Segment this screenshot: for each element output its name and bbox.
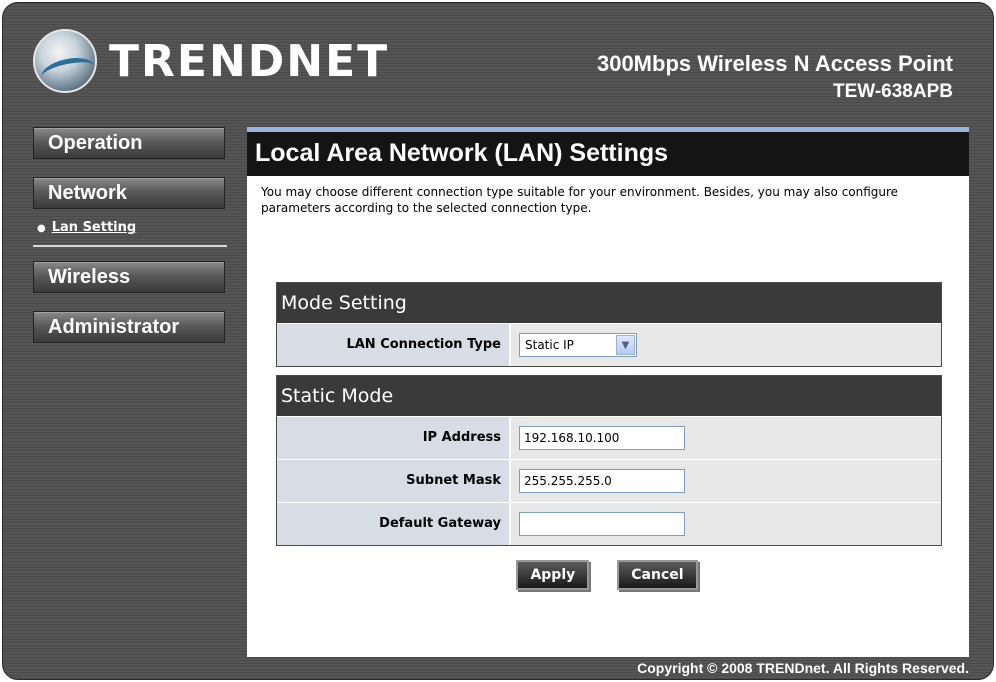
nav-lan-setting-link[interactable]: Lan Setting xyxy=(52,211,136,245)
page-title: Local Area Network (LAN) Settings xyxy=(247,132,969,176)
ip-address-label: IP Address xyxy=(277,417,511,459)
chevron-down-icon[interactable]: ▼ xyxy=(616,335,635,355)
lan-connection-type-value: Static IP xyxy=(525,338,574,352)
app-frame: TRENDNET 300Mbps Wireless N Access Point… xyxy=(2,2,994,680)
mode-setting-heading: Mode Setting xyxy=(277,283,941,323)
main-content: Local Area Network (LAN) Settings You ma… xyxy=(247,127,969,657)
cancel-button[interactable]: Cancel xyxy=(617,560,698,590)
nav-wireless-button[interactable]: Wireless xyxy=(33,261,225,293)
page-intro: You may choose different connection type… xyxy=(261,185,899,215)
bullet-icon: ● xyxy=(37,223,46,234)
product-title: 300Mbps Wireless N Access Point xyxy=(596,51,953,76)
mode-setting-section: Mode Setting LAN Connection Type Static … xyxy=(276,282,942,367)
default-gateway-row: Default Gateway xyxy=(277,502,941,545)
brand-logo: TRENDNET xyxy=(33,29,389,93)
network-submenu: ● Lan Setting xyxy=(33,211,227,247)
default-gateway-input[interactable] xyxy=(519,512,685,536)
ip-address-field: 192.168.10.100 xyxy=(511,417,941,459)
nav-operation-button[interactable]: Operation xyxy=(33,127,225,159)
ip-address-row: IP Address 192.168.10.100 xyxy=(277,416,941,459)
apply-button[interactable]: Apply xyxy=(516,560,590,590)
nav-network-button[interactable]: Network xyxy=(33,177,225,209)
default-gateway-field xyxy=(511,503,941,545)
sidebar: Operation Network ● Lan Setting Wireless … xyxy=(33,127,227,361)
copyright-footer: Copyright © 2008 TRENDnet. All Rights Re… xyxy=(637,660,969,676)
static-mode-heading: Static Mode xyxy=(277,376,941,416)
subnet-mask-field: 255.255.255.0 xyxy=(511,460,941,502)
default-gateway-label: Default Gateway xyxy=(277,503,511,545)
brand-name: TRENDNET xyxy=(109,35,390,87)
lan-connection-type-row: LAN Connection Type Static IP ▼ xyxy=(277,323,941,366)
static-mode-section: Static Mode IP Address 192.168.10.100 Su… xyxy=(276,375,942,546)
lan-connection-type-select[interactable]: Static IP ▼ xyxy=(519,333,637,357)
product-model: TEW-638APB xyxy=(833,81,953,102)
header: TRENDNET 300Mbps Wireless N Access Point… xyxy=(3,3,993,115)
form-actions: Apply Cancel xyxy=(247,560,969,590)
globe-icon xyxy=(33,29,97,93)
lan-connection-type-field: Static IP ▼ xyxy=(511,324,941,366)
subnet-mask-row: Subnet Mask 255.255.255.0 xyxy=(277,459,941,502)
nav-administrator-button[interactable]: Administrator xyxy=(33,311,225,343)
lan-connection-type-label: LAN Connection Type xyxy=(277,324,511,366)
subnet-mask-label: Subnet Mask xyxy=(277,460,511,502)
subnet-mask-input[interactable]: 255.255.255.0 xyxy=(519,469,685,493)
product-info: 300Mbps Wireless N Access Point TEW-638A… xyxy=(597,51,953,103)
ip-address-input[interactable]: 192.168.10.100 xyxy=(519,426,685,450)
